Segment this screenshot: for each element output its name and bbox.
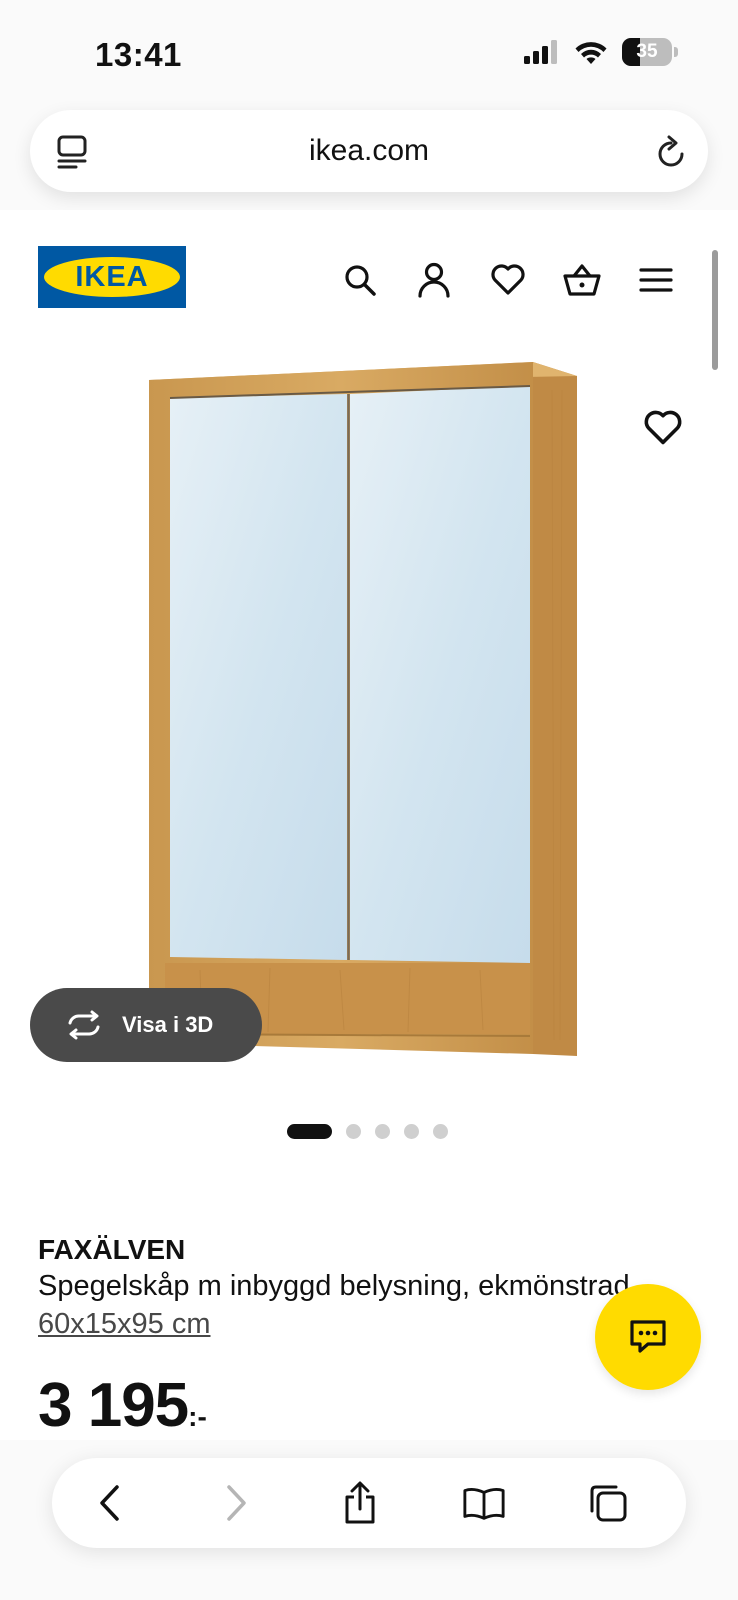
product-price: 3 195:-: [38, 1370, 207, 1441]
ikea-logo[interactable]: IKEA: [38, 246, 186, 308]
site-header: IKEA: [0, 210, 738, 320]
carousel-dot[interactable]: [346, 1124, 361, 1139]
forward-icon[interactable]: [214, 1481, 258, 1525]
search-icon[interactable]: [340, 260, 380, 300]
browser-chrome: ikea.com: [0, 100, 738, 210]
scrollbar[interactable]: [712, 250, 718, 370]
url-text[interactable]: ikea.com: [30, 134, 708, 168]
product-favorite-icon[interactable]: [643, 410, 683, 450]
status-bar: 13:41 35: [0, 0, 738, 100]
shopping-basket-icon[interactable]: [562, 260, 602, 300]
carousel-dot[interactable]: [404, 1124, 419, 1139]
bookmarks-icon[interactable]: [462, 1481, 506, 1525]
heart-icon[interactable]: [488, 260, 528, 300]
share-icon[interactable]: [338, 1481, 382, 1525]
account-icon[interactable]: [414, 260, 454, 300]
carousel-dot-active[interactable]: [287, 1124, 332, 1139]
chat-icon: [630, 1320, 666, 1353]
product-name: FAXÄLVEN: [38, 1234, 186, 1265]
price-suffix: :-: [188, 1401, 207, 1432]
cellular-signal-icon: [524, 40, 557, 64]
carousel-dot[interactable]: [433, 1124, 448, 1139]
back-icon[interactable]: [88, 1481, 132, 1525]
status-icons: 35: [524, 38, 678, 66]
price-value: 3 195: [38, 1371, 189, 1440]
status-time: 13:41: [95, 36, 182, 73]
image-carousel-dots: [287, 1124, 448, 1139]
battery-level: 35: [636, 41, 658, 62]
address-bar[interactable]: ikea.com: [30, 110, 708, 192]
chat-button[interactable]: [595, 1284, 701, 1390]
ikea-logo-text: IKEA: [44, 257, 180, 297]
view-3d-button[interactable]: Visa i 3D: [30, 988, 262, 1062]
browser-bottom-toolbar: [52, 1458, 686, 1548]
reload-icon[interactable]: [654, 132, 690, 170]
product-description: Spegelskåp m inbyggd belysning, ekmönstr…: [38, 1270, 638, 1302]
carousel-dot[interactable]: [375, 1124, 390, 1139]
battery-nub: [674, 47, 678, 57]
product-size-link[interactable]: 60x15x95 cm: [38, 1308, 211, 1341]
mirror-cabinet-image[interactable]: [140, 350, 610, 1090]
header-icons: [340, 260, 676, 300]
battery-icon: 35: [622, 38, 672, 66]
hamburger-menu-icon[interactable]: [636, 260, 676, 300]
wifi-icon: [575, 42, 607, 64]
view-3d-label: Visa i 3D: [122, 1012, 214, 1037]
rotate-3d-icon: [68, 1010, 100, 1040]
tabs-icon[interactable]: [586, 1481, 630, 1525]
